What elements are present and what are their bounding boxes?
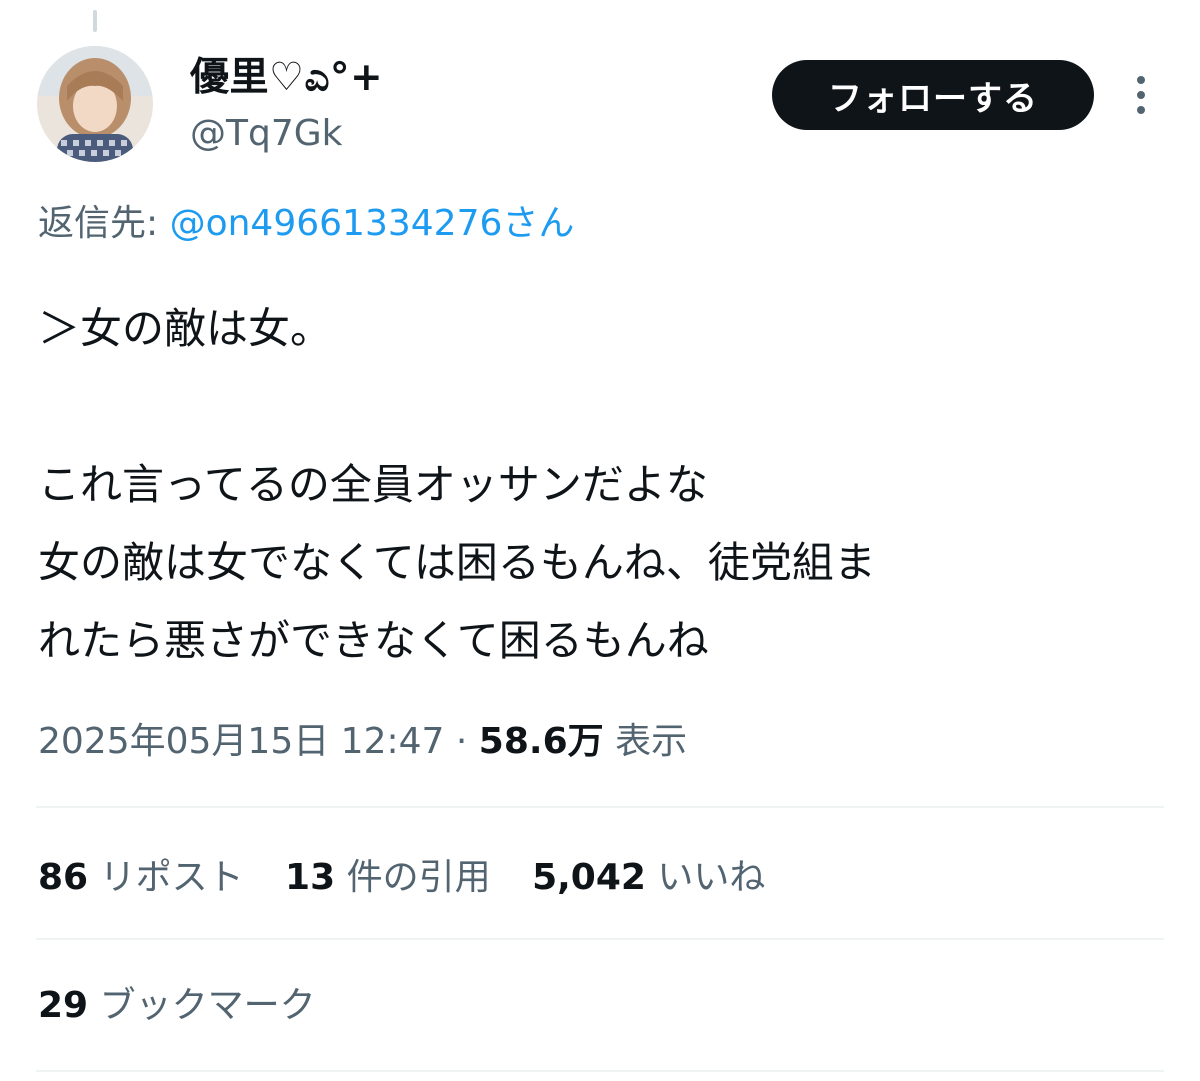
bookmarks-stat[interactable]: 29 ブックマーク [38,978,316,1034]
bookmarks-count: 29 [38,985,89,1026]
avatar[interactable] [37,46,153,162]
engagement-stats: 86 リポスト 13 件の引用 5,042 いいね [38,850,795,906]
views-count: 58.6万 [478,721,604,762]
tweet-meta: 2025年05月15日 12:47 · 58.6万 表示 [38,714,687,770]
reposts-label: リポスト [99,857,244,898]
tweet-line [38,368,1178,446]
views-label: 表示 [615,721,688,762]
tweet-line: 女の敵は女でなくては困るもんね、徒党組ま [38,538,876,587]
follow-button[interactable]: フォローする [772,60,1094,130]
reposts-count: 86 [38,857,89,898]
divider [36,1070,1164,1072]
tweet-line: これ言ってるの全員オッサンだよな [38,460,708,509]
likes-stat[interactable]: 5,042 いいね [532,857,765,898]
likes-count: 5,042 [532,857,646,898]
meta-separator: · [455,721,468,762]
quotes-stat[interactable]: 13 件の引用 [285,857,502,898]
tweet-line: ＞女の敵は女。 [38,304,333,353]
likes-label: いいね [657,857,766,898]
tweet-text: ＞女の敵は女。 これ言ってるの全員オッサンだよな 女の敵は女でなくては困るもんね… [38,290,1178,680]
user-handle[interactable]: @Tq7Gk [190,108,343,160]
profile-photo-icon [37,46,153,162]
reply-mention-link[interactable]: @on49661334276さん [170,203,575,244]
bookmarks-label: ブックマーク [99,985,316,1026]
reposts-stat[interactable]: 86 リポスト [38,857,255,898]
reply-context: 返信先: @on49661334276さん [38,196,574,252]
divider [36,938,1164,940]
more-vertical-icon[interactable] [1126,74,1156,116]
quotes-count: 13 [285,857,336,898]
thread-connector-line [93,10,97,32]
display-name[interactable]: 優里♡ಎ°+ [190,50,383,106]
divider [36,806,1164,808]
timestamp-link[interactable]: 2025年05月15日 12:47 [38,721,444,762]
quotes-label: 件の引用 [346,857,491,898]
reply-label: 返信先: [38,203,159,244]
tweet-line: れたら悪さができなくて困るもんね [38,616,709,665]
